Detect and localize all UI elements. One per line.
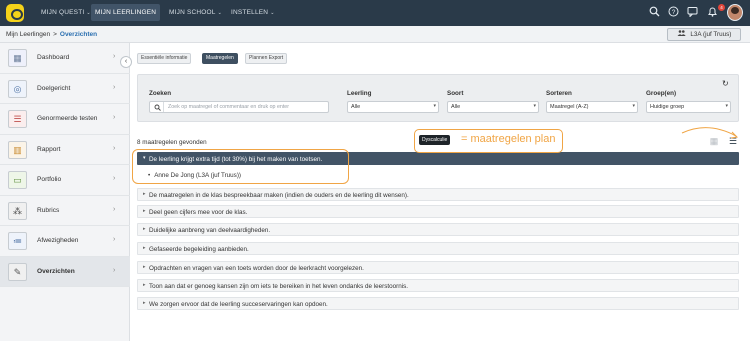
table-row[interactable]: ▸ Opdrachten en vragen van een toets word… bbox=[137, 261, 739, 274]
checklist-icon: ≔ bbox=[8, 232, 27, 250]
tooltip: Dyscalculie bbox=[419, 135, 451, 145]
help-icon[interactable]: ? bbox=[667, 6, 680, 19]
chevron-right-icon: › bbox=[113, 266, 116, 274]
chevron-right-icon: › bbox=[113, 205, 116, 213]
caret-right-icon: ▸ bbox=[143, 282, 146, 288]
caret-right-icon: ▸ bbox=[143, 264, 146, 270]
nav-mijn-leerlingen[interactable]: MIJN LEERLINGEN bbox=[91, 4, 161, 21]
search-icon bbox=[152, 102, 164, 112]
chevron-right-icon: › bbox=[113, 53, 116, 60]
refresh-icon[interactable]: ↻ bbox=[722, 79, 729, 88]
sidebar-item-rubrics[interactable]: ⁂ Rubrics › bbox=[0, 196, 130, 226]
search-input[interactable]: Zoek op maatregel of commentaar en druk … bbox=[149, 101, 329, 113]
chevron-right-icon: › bbox=[113, 236, 116, 243]
chevron-down-icon: ▾ bbox=[632, 103, 635, 109]
sidebar-item-portfolio[interactable]: ▭ Portfolio › bbox=[0, 165, 130, 196]
annotation-highlight-expanded-row bbox=[132, 149, 349, 184]
nav-mijn-questi[interactable]: MIJN QUESTI ⌄ bbox=[37, 4, 95, 21]
list-icon: ☰ bbox=[8, 110, 27, 128]
breadcrumb-bar: Mijn Leerlingen > Overzichten bbox=[0, 26, 750, 43]
chart-icon: ▥ bbox=[8, 140, 27, 159]
annotation-text: = maatregelen plan bbox=[461, 133, 556, 145]
network-icon: ⁂ bbox=[8, 201, 27, 220]
groep-label: Groep(en) bbox=[646, 90, 677, 97]
sidebar-item-dashboard[interactable]: ▦ Dashboard › bbox=[0, 43, 130, 74]
tab-maatregelen[interactable]: Maatregelen bbox=[202, 53, 238, 64]
questi-logo[interactable] bbox=[6, 4, 24, 22]
caret-right-icon: ▸ bbox=[143, 191, 146, 197]
sidebar-item-overzichten[interactable]: ✎ Overzichten › bbox=[0, 256, 130, 287]
sidebar-item-genormeerde-testen[interactable]: ☰ Genormeerde testen › bbox=[0, 104, 130, 135]
sidebar-item-rapport[interactable]: ▥ Rapport › bbox=[0, 135, 130, 165]
tab-plannen-export[interactable]: Plannen Export bbox=[245, 53, 288, 64]
avatar[interactable] bbox=[727, 4, 743, 21]
result-count: 8 maatregelen gevonden bbox=[137, 139, 207, 146]
breadcrumb-current: Overzichten bbox=[59, 31, 98, 38]
table-row[interactable]: ▸ Deel geen cijfers mee voor de klas. bbox=[137, 205, 739, 218]
chevron-down-icon: ▾ bbox=[433, 103, 436, 109]
sidebar: ▦ Dashboard › ◎ Doelgericht › ☰ Genormee… bbox=[0, 43, 130, 341]
chevron-down-icon: ▾ bbox=[533, 103, 536, 109]
chevron-down-icon: ▾ bbox=[725, 103, 728, 109]
sorteren-select[interactable]: Maatregel (A-Z) ▾ bbox=[546, 101, 638, 113]
chevron-right-icon: › bbox=[113, 83, 116, 91]
search-icon[interactable] bbox=[648, 6, 661, 19]
annotation-arrow-icon bbox=[681, 127, 739, 139]
table-row[interactable]: ▸ Toon aan dat er genoeg kansen zijn om i… bbox=[137, 279, 739, 292]
caret-right-icon: ▸ bbox=[143, 226, 146, 232]
filter-panel: ↻ Zoeken Zoek op maatregel of commentaar… bbox=[137, 74, 739, 122]
breadcrumb: Mijn Leerlingen > Overzichten bbox=[6, 31, 98, 38]
grid-icon: ▦ bbox=[8, 49, 27, 67]
chevron-right-icon: › bbox=[113, 144, 116, 152]
chevron-left-icon: ‹ bbox=[124, 58, 128, 65]
tab-essentiele-informatie[interactable]: Essentiële informatie bbox=[137, 53, 192, 64]
nav-mijn-school[interactable]: MIJN SCHOOL ⌄ bbox=[165, 4, 226, 21]
leerling-select[interactable]: Alle ▾ bbox=[347, 101, 439, 113]
search-placeholder: Zoek op maatregel of commentaar en druk … bbox=[168, 104, 290, 110]
table-row[interactable]: ▸ De maatregelen in de klas bespreekbaar … bbox=[137, 188, 739, 201]
sorteren-label: Sorteren bbox=[546, 90, 572, 97]
caret-right-icon: ▸ bbox=[143, 245, 146, 251]
chat-icon[interactable] bbox=[686, 6, 699, 19]
soort-label: Soort bbox=[447, 90, 464, 97]
notification-badge: 4 bbox=[718, 4, 725, 11]
group-icon bbox=[677, 30, 688, 38]
breadcrumb-root[interactable]: Mijn Leerlingen bbox=[6, 31, 50, 38]
table-row[interactable]: ▸ We zorgen ervoor dat de leerling succes… bbox=[137, 297, 739, 310]
sidebar-item-afwezigheden[interactable]: ≔ Afwezigheden › bbox=[0, 226, 130, 257]
sidebar-collapse-button[interactable]: ‹ bbox=[120, 56, 132, 68]
nav-instellen[interactable]: INSTELLEN ⌄ bbox=[227, 4, 279, 21]
chevron-right-icon: › bbox=[113, 114, 116, 121]
sidebar-item-doelgericht[interactable]: ◎ Doelgericht › bbox=[0, 74, 130, 104]
caret-right-icon: ▸ bbox=[143, 300, 146, 306]
top-navigation-bar: MIJN QUESTI ⌄ MIJN LEERLINGEN MIJN SCHOOL… bbox=[0, 0, 750, 26]
class-selector-button[interactable]: L3A (juf Truus) bbox=[667, 28, 741, 41]
soort-select[interactable]: Alle ▾ bbox=[447, 101, 539, 113]
svg-text:?: ? bbox=[672, 9, 676, 16]
groep-select[interactable]: Huidige groep ▾ bbox=[646, 101, 731, 113]
tools-icon: ✎ bbox=[8, 262, 27, 281]
leerling-label: Leerling bbox=[347, 90, 372, 97]
table-row[interactable]: ▸ Gefaseerde begeleiding aanbieden. bbox=[137, 242, 739, 255]
caret-right-icon: ▸ bbox=[143, 208, 146, 214]
search-label: Zoeken bbox=[149, 90, 172, 97]
table-row[interactable]: ▸ Duidelijke aanbreng van deelvaardighede… bbox=[137, 223, 739, 236]
target-icon: ◎ bbox=[8, 79, 27, 98]
chevron-right-icon: › bbox=[113, 175, 116, 182]
folder-icon: ▭ bbox=[8, 171, 27, 189]
